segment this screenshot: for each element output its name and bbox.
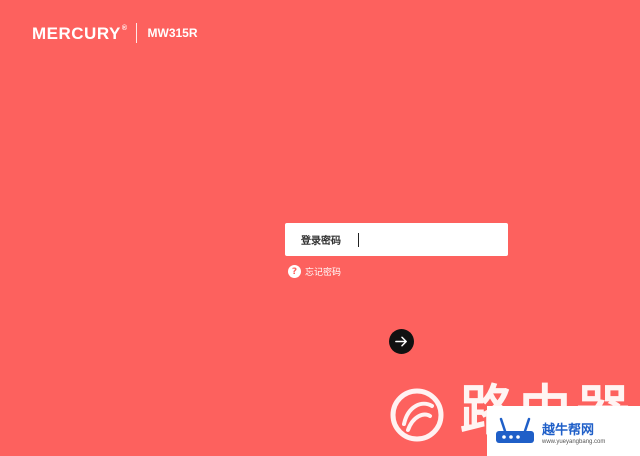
password-input[interactable]: [347, 227, 481, 252]
question-icon: ?: [288, 265, 301, 278]
brand-logo: MERCURY®: [32, 23, 128, 43]
badge-url: www.yueyangbang.com: [542, 439, 606, 445]
password-box[interactable]: 登录密码: [285, 223, 508, 256]
forgot-password-link[interactable]: ? 忘记密码: [288, 265, 341, 278]
header-divider: [135, 23, 137, 43]
forgot-password-text: 忘记密码: [305, 268, 342, 278]
login-submit-button[interactable]: [389, 329, 414, 354]
badge-title: 越牛帮网: [542, 423, 595, 438]
arrow-right-icon: [395, 336, 407, 347]
trademark-symbol: ®: [121, 24, 128, 32]
header: MERCURY® MW315R: [32, 22, 198, 44]
watermark-logo-icon: [390, 388, 444, 442]
watermark-badge: 越牛帮网 www.yueyangbang.com: [487, 406, 640, 456]
router-icon: [496, 417, 534, 443]
text-cursor: [358, 233, 359, 247]
password-label: 登录密码: [301, 236, 341, 247]
model-name: MW315R: [147, 26, 198, 40]
